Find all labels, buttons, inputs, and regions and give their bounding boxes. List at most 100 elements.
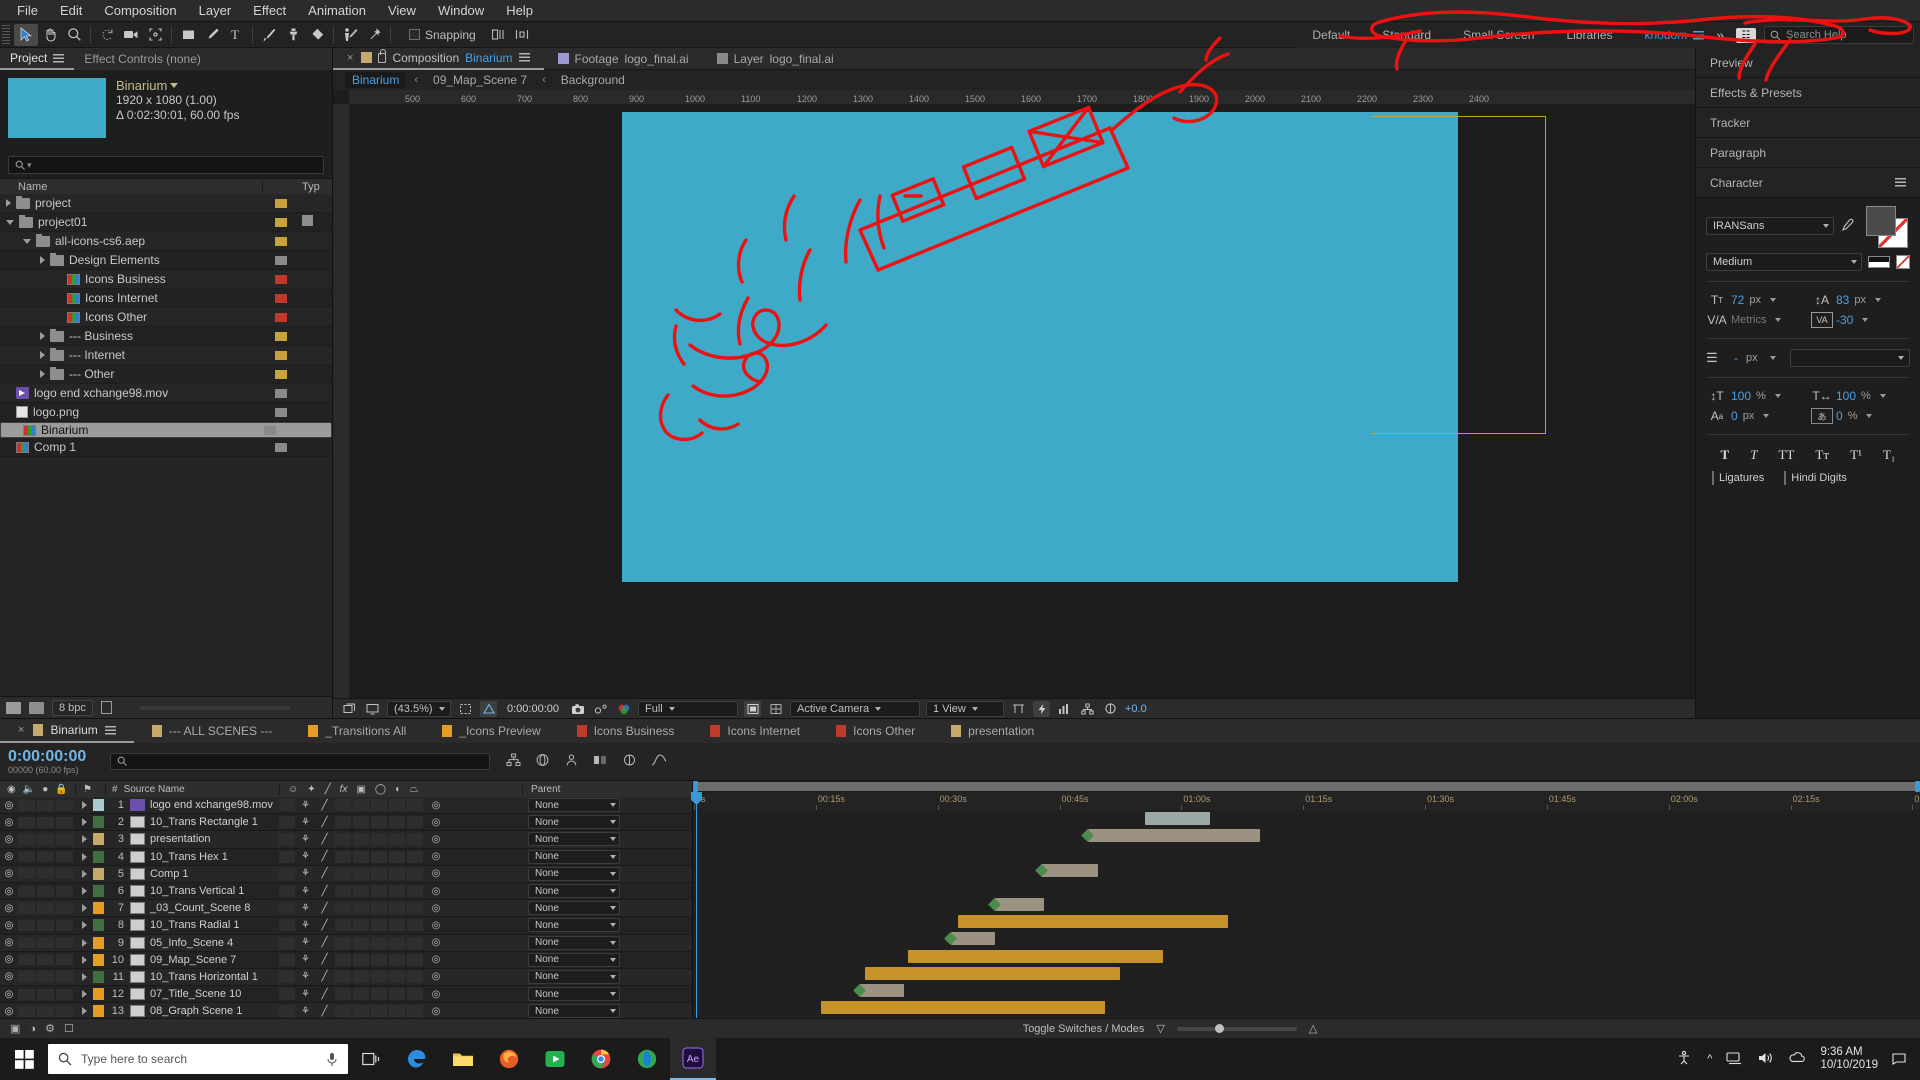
layer-parent[interactable]: None: [522, 901, 692, 916]
parent-select[interactable]: None: [528, 815, 620, 830]
layer-switches[interactable]: ⚘ ╱ ◎: [279, 850, 522, 863]
resolution-select[interactable]: Full: [638, 700, 738, 717]
new-folder-icon[interactable]: [29, 701, 44, 714]
layer-visibility-toggle[interactable]: ◎: [0, 954, 18, 965]
parent-select[interactable]: None: [528, 866, 620, 881]
effects-switch[interactable]: [335, 902, 351, 915]
effects-switch[interactable]: [335, 799, 351, 812]
adjustment-switch[interactable]: [389, 850, 405, 863]
adjustment-switch[interactable]: [389, 936, 405, 949]
tsume-field[interactable]: あ 0 %: [1811, 408, 1910, 424]
disclosure-triangle-icon[interactable]: [40, 351, 45, 359]
shy-switch[interactable]: [279, 1005, 295, 1018]
disclosure-triangle-icon[interactable]: [40, 332, 45, 340]
timeline-bars[interactable]: [693, 810, 1920, 1018]
parent-select[interactable]: None: [528, 832, 620, 847]
project-item-row[interactable]: --- Other: [0, 365, 332, 384]
monitor-icon[interactable]: [364, 701, 381, 717]
layer-duration-bar[interactable]: [820, 1001, 1106, 1015]
layer-parent[interactable]: None: [522, 866, 692, 881]
layer-switches[interactable]: ⚘ ╱ ◎: [279, 799, 522, 812]
project-panel-menu-icon[interactable]: [53, 53, 65, 63]
effects-switch[interactable]: [335, 885, 351, 898]
timeline-tab[interactable]: Icons Other: [818, 719, 933, 743]
collapse-switch[interactable]: ⚘: [297, 937, 314, 948]
effects-switch[interactable]: [335, 988, 351, 1001]
layer-disclosure-triangle-icon[interactable]: [75, 938, 93, 947]
project-item-row[interactable]: Binarium: [0, 422, 332, 438]
motion-blur-switch[interactable]: [371, 988, 387, 1001]
collapse-switch[interactable]: ⚘: [297, 800, 314, 811]
layer-visibility-toggle[interactable]: ◎: [0, 868, 18, 879]
layer-disclosure-triangle-icon[interactable]: [75, 835, 93, 844]
disclosure-triangle-icon[interactable]: [6, 199, 11, 207]
disclosure-triangle-icon[interactable]: [40, 370, 45, 378]
edge-browser-icon[interactable]: [394, 1038, 440, 1080]
leading-field[interactable]: ↕A 83 px: [1811, 292, 1910, 308]
parent-select[interactable]: None: [528, 952, 620, 967]
quality-switch[interactable]: ╱: [316, 800, 333, 811]
layer-solo-toggle[interactable]: [37, 799, 54, 811]
adjustment-switch[interactable]: [389, 953, 405, 966]
layer-parent[interactable]: None: [522, 987, 692, 1002]
quality-switch[interactable]: ╱: [316, 954, 333, 965]
layer-switches[interactable]: ⚘ ╱ ◎: [279, 988, 522, 1001]
ligatures-checkbox-row[interactable]: Ligatures: [1712, 471, 1764, 485]
parent-pickwhip-icon[interactable]: ◎: [425, 989, 447, 1000]
layer-disclosure-triangle-icon[interactable]: [75, 869, 93, 878]
timeline-zoom-slider[interactable]: [1176, 1023, 1297, 1033]
frame-blending-toggle-icon[interactable]: ▣: [10, 1022, 20, 1035]
chevron-down-icon[interactable]: [1774, 394, 1781, 398]
parent-pickwhip-icon[interactable]: ◎: [425, 817, 447, 828]
shy-switch[interactable]: [279, 936, 295, 949]
collapse-switch[interactable]: ⚘: [297, 834, 314, 845]
layer-label-color[interactable]: [93, 919, 104, 932]
project-item-label-color[interactable]: [263, 217, 298, 227]
layer-name[interactable]: 08_Graph Scene 1: [150, 1005, 279, 1017]
parent-pickwhip-icon[interactable]: ◎: [425, 954, 447, 965]
layer-visibility-toggle[interactable]: ◎: [0, 851, 18, 862]
motion-blur-switch[interactable]: [371, 919, 387, 932]
shy-switch[interactable]: [279, 850, 295, 863]
layer-solo-toggle[interactable]: [37, 919, 54, 931]
delete-icon[interactable]: [100, 701, 112, 714]
show-hidden-icons-icon[interactable]: ^: [1707, 1053, 1712, 1065]
composition-viewer[interactable]: 500 600 700 800 900 1000 1100 1200 1300 1400 1500 1…: [333, 90, 1695, 698]
project-item-label-color[interactable]: [263, 388, 298, 398]
effects-switch[interactable]: [335, 970, 351, 983]
superscript-button[interactable]: T¹: [1850, 447, 1862, 463]
eraser-tool-icon[interactable]: [305, 24, 329, 46]
no-fill-icon[interactable]: [1896, 255, 1910, 269]
workspace-standard[interactable]: Standard: [1366, 28, 1447, 42]
layer-parent[interactable]: None: [522, 815, 692, 830]
vertical-scale-field[interactable]: ↕T 100 %: [1706, 388, 1805, 404]
layer-lock-toggle[interactable]: [56, 937, 73, 949]
project-item-row[interactable]: Design Elements: [0, 251, 332, 270]
adjustment-switch[interactable]: [389, 833, 405, 846]
layer-label-color[interactable]: [93, 833, 104, 846]
layer-lock-toggle[interactable]: [56, 885, 73, 897]
project-item-row[interactable]: --- Business: [0, 327, 332, 346]
font-style-select[interactable]: Medium: [1706, 253, 1862, 271]
align-icon[interactable]: [486, 24, 510, 46]
parent-pickwhip-icon[interactable]: ◎: [425, 920, 447, 931]
adjustment-switch[interactable]: [389, 816, 405, 829]
distribute-icon[interactable]: [510, 24, 534, 46]
motion-blur-switch[interactable]: [371, 799, 387, 812]
panel-character[interactable]: Character: [1696, 168, 1920, 198]
layer-disclosure-triangle-icon[interactable]: [75, 972, 93, 981]
effects-switch[interactable]: [335, 833, 351, 846]
composition-canvas[interactable]: [622, 112, 1458, 582]
brainstorm-icon[interactable]: ⚙: [45, 1022, 55, 1035]
quality-switch[interactable]: ╱: [316, 971, 333, 982]
layer-label-color[interactable]: [93, 988, 104, 1001]
layer-visibility-toggle[interactable]: ◎: [0, 937, 18, 948]
transparency-grid-icon[interactable]: [480, 700, 497, 717]
hindi-digits-checkbox-row[interactable]: Hindi Digits: [1784, 471, 1847, 485]
layer-disclosure-triangle-icon[interactable]: [75, 887, 93, 896]
layer-name[interactable]: 09_Map_Scene 7: [150, 954, 279, 966]
layer-duration-bar[interactable]: [958, 915, 1228, 929]
layer-audio-toggle[interactable]: [18, 868, 35, 880]
timeline-ruler[interactable]: 0s00:15s00:30s00:45s01:00s01:15s01:30s01…: [693, 792, 1920, 810]
motion-blur-switch[interactable]: [371, 850, 387, 863]
